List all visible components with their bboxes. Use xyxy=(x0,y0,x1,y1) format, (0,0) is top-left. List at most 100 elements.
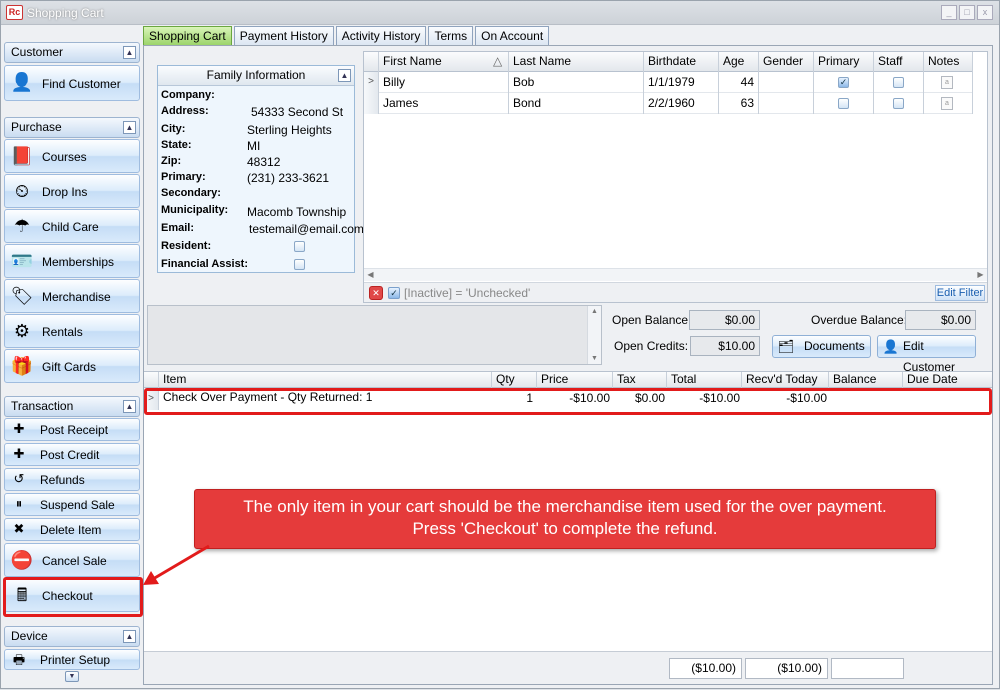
scroll-down-icon[interactable]: ▼ xyxy=(588,355,601,362)
horizontal-scrollbar[interactable]: ◀ ▶ xyxy=(364,268,987,281)
group-header-transaction[interactable]: Transaction ▲ xyxy=(4,396,140,417)
find-customer-button[interactable]: 👤 Find Customer xyxy=(4,65,140,101)
financial-assist-checkbox[interactable] xyxy=(294,259,305,270)
resident-checkbox[interactable] xyxy=(294,241,305,252)
secondary-key: Secondary: xyxy=(161,187,221,199)
scroll-up-icon[interactable]: ▲ xyxy=(588,306,601,315)
column-price[interactable]: Price xyxy=(537,372,613,388)
maximize-button[interactable]: □ xyxy=(959,5,975,20)
delete-item-label: Delete Item xyxy=(40,523,102,537)
group-header-purchase[interactable]: Purchase ▲ xyxy=(4,117,140,138)
address-value: 54333 Second St xyxy=(251,105,344,119)
column-staff[interactable]: Staff xyxy=(874,52,924,72)
open-credits-label: Open Credits: xyxy=(614,339,689,353)
drop-ins-button[interactable]: ⏲ Drop Ins xyxy=(4,174,140,208)
financial-assist-key: Financial Assist: xyxy=(161,258,249,270)
notes-icon[interactable]: a xyxy=(941,76,953,89)
column-age[interactable]: Age xyxy=(719,52,759,72)
gift-cards-label: Gift Cards xyxy=(42,360,97,374)
table-row[interactable]: James Bond 2/2/1960 63 a xyxy=(364,93,973,114)
cancel-sale-button[interactable]: ⛔ Cancel Sale xyxy=(4,543,140,577)
tab-payment-history[interactable]: Payment History xyxy=(233,26,334,45)
family-members-grid: First Name △ Last Name Birthdate Age Gend… xyxy=(363,51,988,303)
merchandise-button[interactable]: 🏷 Merchandise xyxy=(4,279,140,313)
notes-cell: a xyxy=(924,93,973,114)
coins-plus-icon: ✚ xyxy=(13,421,25,436)
notes-scrollbar[interactable]: ▲ ▼ xyxy=(587,306,601,364)
column-balance[interactable]: Balance xyxy=(829,372,903,388)
collapse-icon[interactable]: ▲ xyxy=(123,400,136,413)
column-gender[interactable]: Gender xyxy=(759,52,814,72)
column-tax[interactable]: Tax xyxy=(613,372,667,388)
primary-checkbox[interactable] xyxy=(838,98,849,109)
edit-customer-button[interactable]: 👤 Edit Customer xyxy=(877,335,976,374)
sidebar-scroll-down-icon[interactable]: ▼ xyxy=(65,671,79,682)
cart-row[interactable]: > Check Over Payment - Qty Returned: 1 1… xyxy=(144,388,992,410)
staff-checkbox[interactable] xyxy=(893,98,904,109)
find-customer-label: Find Customer xyxy=(42,77,121,91)
tab-terms[interactable]: Terms xyxy=(428,26,474,45)
overdue-balance-label: Overdue Balance: xyxy=(811,313,908,327)
documents-button[interactable]: 🗂 Documents xyxy=(772,335,871,358)
primary-checkbox[interactable]: ✓ xyxy=(838,77,849,88)
suspend-sale-label: Suspend Sale xyxy=(40,498,115,512)
notes-area[interactable]: ▲ ▼ xyxy=(147,305,602,365)
rentals-button[interactable]: ⚙ Rentals xyxy=(4,314,140,348)
cart-header-row: Item Qty Price Tax Total Recv'd Today Ba… xyxy=(144,372,992,388)
row-indicator xyxy=(364,93,379,114)
scroll-left-icon[interactable]: ◀ xyxy=(364,269,377,281)
drop-ins-label: Drop Ins xyxy=(42,185,88,199)
column-birthdate[interactable]: Birthdate xyxy=(644,52,719,72)
collapse-icon[interactable]: ▲ xyxy=(123,630,136,643)
column-recvd-today[interactable]: Recv'd Today xyxy=(742,372,829,388)
gift-cards-button[interactable]: 🎁 Gift Cards xyxy=(4,349,140,383)
collapse-icon[interactable]: ▲ xyxy=(338,69,351,82)
email-key: Email: xyxy=(161,222,195,234)
zip-key: Zip: xyxy=(161,155,182,167)
column-due-date[interactable]: Due Date xyxy=(903,372,992,388)
memberships-button[interactable]: 🪪 Memberships xyxy=(4,244,140,278)
sidebar: Customer ▲ 👤 Find Customer Purchase ▲ 📕 … xyxy=(4,39,141,687)
group-header-customer[interactable]: Customer ▲ xyxy=(4,42,140,63)
column-primary[interactable]: Primary xyxy=(814,52,874,72)
column-total[interactable]: Total xyxy=(667,372,742,388)
column-last-name[interactable]: Last Name xyxy=(509,52,644,72)
row-indicator-icon: > xyxy=(364,72,379,93)
post-receipt-button[interactable]: ✚ Post Receipt xyxy=(4,418,140,441)
suspend-sale-button[interactable]: ⏸ Suspend Sale xyxy=(4,493,140,516)
edit-filter-button[interactable]: Edit Filter xyxy=(935,285,985,301)
table-row[interactable]: > Billy Bob 1/1/1979 44 ✓ a xyxy=(364,72,973,93)
collapse-icon[interactable]: ▲ xyxy=(123,46,136,59)
company-row: Company: xyxy=(161,89,351,105)
notes-icon[interactable]: a xyxy=(941,97,953,110)
tab-shopping-cart[interactable]: Shopping Cart xyxy=(143,26,232,45)
clear-filter-icon[interactable]: ✕ xyxy=(369,286,383,300)
column-first-name[interactable]: First Name △ xyxy=(379,52,509,72)
callout-line-2: Press 'Checkout' to complete the refund. xyxy=(412,519,718,538)
tab-activity-history[interactable]: Activity History xyxy=(335,26,427,45)
person-icon: 👤 xyxy=(10,72,34,92)
last-name-cell: Bob xyxy=(509,72,644,93)
checkout-button[interactable]: 🖩 Checkout xyxy=(4,578,140,612)
refunds-button[interactable]: ↺ Refunds xyxy=(4,468,140,491)
courses-button[interactable]: 📕 Courses xyxy=(4,139,140,173)
delete-item-button[interactable]: ✖ Delete Item xyxy=(4,518,140,541)
open-balance-value: $0.00 xyxy=(689,310,760,330)
scroll-right-icon[interactable]: ▶ xyxy=(974,269,987,281)
balance-cell xyxy=(829,388,903,410)
close-button[interactable]: x xyxy=(977,5,993,20)
column-qty[interactable]: Qty xyxy=(492,372,537,388)
staff-checkbox[interactable] xyxy=(893,77,904,88)
filter-enabled-checkbox[interactable]: ✓ xyxy=(388,287,400,299)
column-item[interactable]: Item xyxy=(159,372,492,388)
refunds-label: Refunds xyxy=(40,473,85,487)
column-notes[interactable]: Notes xyxy=(924,52,973,72)
printer-setup-button[interactable]: 🖶 Printer Setup xyxy=(4,649,140,670)
group-header-device[interactable]: Device ▲ xyxy=(4,626,140,647)
tab-on-account[interactable]: On Account xyxy=(475,26,550,45)
app-logo-icon: Rc xyxy=(6,5,23,20)
minimize-button[interactable]: _ xyxy=(941,5,957,20)
post-credit-button[interactable]: ✚ Post Credit xyxy=(4,443,140,466)
collapse-icon[interactable]: ▲ xyxy=(123,121,136,134)
child-care-button[interactable]: ☂ Child Care xyxy=(4,209,140,243)
